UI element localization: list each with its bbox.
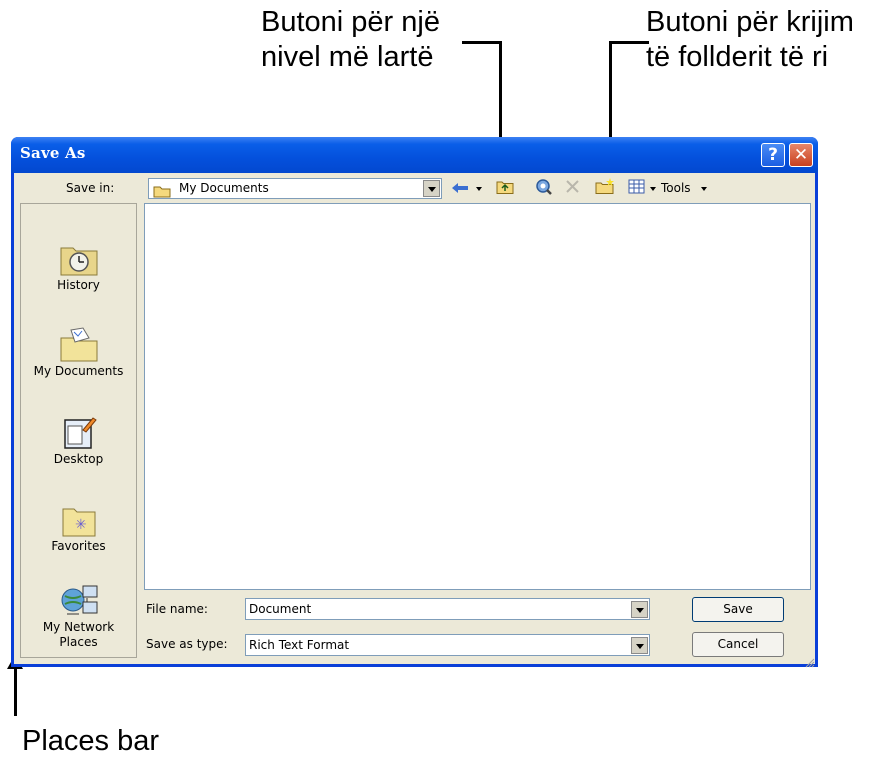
place-my-network[interactable]: My Network Places: [21, 582, 136, 650]
annotation-new-folder-line1: Butoni për krijim: [646, 6, 854, 38]
views-dropdown-arrow[interactable]: [650, 187, 656, 191]
save-button[interactable]: Save: [692, 597, 784, 622]
delete-icon[interactable]: [565, 179, 580, 198]
views-icon[interactable]: [628, 179, 646, 198]
annotation-up-level-connector: [462, 41, 502, 44]
annotation-new-folder: Butoni për krijim të follderit të ri: [646, 5, 854, 75]
cancel-button[interactable]: Cancel: [692, 632, 784, 657]
place-my-network-label: My Network Places: [42, 620, 115, 649]
desktop-icon: [57, 414, 101, 452]
up-one-level-icon[interactable]: [496, 179, 514, 198]
save-as-type-label: Save as type:: [146, 637, 228, 651]
folder-icon: [153, 183, 171, 202]
save-in-dropdown[interactable]: My Documents: [148, 178, 442, 199]
title-bar[interactable]: Save As ? ✕: [11, 137, 818, 173]
annotation-new-folder-line2: të follderit të ri: [646, 41, 829, 73]
resize-grip[interactable]: [805, 653, 815, 672]
save-in-dropdown-arrow[interactable]: [423, 180, 440, 197]
back-dropdown-arrow[interactable]: [476, 187, 482, 191]
place-my-documents[interactable]: My Documents: [21, 326, 136, 379]
file-name-label: File name:: [146, 602, 208, 616]
dialog-title: Save As: [20, 144, 86, 162]
close-button[interactable]: ✕: [789, 143, 813, 167]
search-web-icon[interactable]: [535, 178, 553, 200]
my-documents-icon: [57, 326, 101, 364]
annotation-places-bar: Places bar: [22, 725, 160, 757]
save-as-type-value: Rich Text Format: [249, 638, 350, 652]
places-bar: History My Documents Desktop ✳ Favorites: [20, 203, 137, 658]
file-name-value[interactable]: Document: [249, 602, 311, 616]
help-button[interactable]: ?: [761, 143, 785, 167]
save-as-type-dropdown[interactable]: Rich Text Format: [245, 634, 650, 656]
annotation-up-level-line1: Butoni për një: [261, 6, 440, 38]
place-desktop-label: Desktop: [53, 452, 104, 466]
svg-text:✳: ✳: [75, 517, 87, 533]
history-icon: [57, 240, 101, 278]
save-as-dialog: Save As ? ✕ Save in: My Documents Tools …: [11, 137, 818, 668]
annotation-up-level-line2: nivel më lartë: [261, 41, 434, 73]
tools-menu[interactable]: Tools: [661, 181, 691, 195]
annotation-places-bar-connector: [14, 668, 17, 716]
save-in-value: My Documents: [179, 181, 269, 195]
place-history-label: History: [57, 278, 100, 292]
save-in-label: Save in:: [66, 181, 115, 195]
network-places-icon: [57, 582, 101, 620]
place-my-documents-label: My Documents: [33, 364, 124, 378]
annotation-new-folder-connector: [609, 41, 649, 44]
annotation-up-level: Butoni për një nivel më lartë: [261, 5, 440, 75]
place-favorites[interactable]: ✳ Favorites: [21, 501, 136, 554]
file-name-field[interactable]: Document: [245, 598, 650, 620]
place-desktop[interactable]: Desktop: [21, 414, 136, 467]
favorites-icon: ✳: [57, 501, 101, 539]
tools-dropdown-arrow[interactable]: [701, 187, 707, 191]
new-folder-icon[interactable]: [595, 177, 615, 199]
place-favorites-label: Favorites: [51, 539, 106, 553]
place-history[interactable]: History: [21, 240, 136, 293]
file-name-dropdown-arrow[interactable]: [631, 601, 648, 618]
dialog-client-area: Save in: My Documents Tools History My D…: [14, 173, 815, 668]
back-icon[interactable]: [451, 180, 469, 199]
save-as-type-dropdown-arrow[interactable]: [631, 637, 648, 654]
file-list[interactable]: [144, 203, 811, 590]
